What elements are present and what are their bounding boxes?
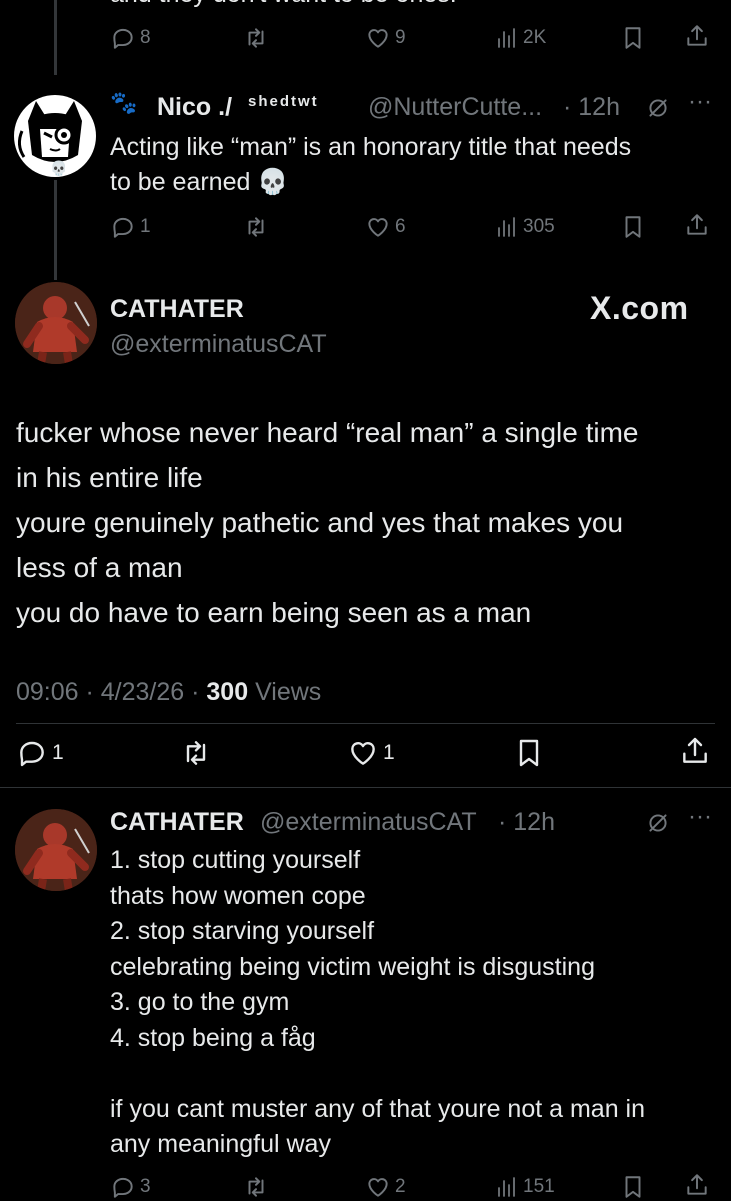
bookmark-icon	[513, 737, 545, 769]
views-icon	[495, 215, 519, 239]
timestamp: · 12h	[498, 808, 555, 836]
reply-count: 3	[140, 1176, 151, 1197]
retweet-button[interactable]	[243, 213, 269, 241]
tweet-text: fucker whose never heard “real man” a si…	[16, 417, 639, 628]
reply-button[interactable]: 3	[110, 1173, 151, 1201]
like-count: 6	[395, 216, 406, 237]
heart-icon	[365, 1174, 391, 1200]
handle[interactable]: @exterminatusCAT	[260, 808, 477, 837]
tweet-text: 1. stop cutting yourself thats how women…	[110, 846, 646, 1158]
divider	[0, 787, 731, 788]
more-button[interactable]: ···	[688, 803, 712, 831]
views-button[interactable]: 151	[495, 1173, 555, 1201]
share-button[interactable]	[684, 1171, 710, 1199]
display-name[interactable]: Nico ./	[157, 93, 232, 122]
reply-button[interactable]: 8	[110, 24, 151, 52]
bookmark-button[interactable]	[620, 24, 646, 52]
reply-count: 1	[52, 741, 64, 764]
reply-icon	[110, 25, 136, 51]
more-button[interactable]: ···	[688, 88, 712, 116]
handle[interactable]: @NutterCutte...	[368, 93, 542, 122]
timestamp: · 12h	[563, 93, 620, 121]
share-icon	[684, 212, 710, 238]
bookmark-icon	[620, 1174, 646, 1200]
retweet-icon	[180, 737, 212, 769]
like-count: 2	[395, 1176, 406, 1197]
reply-icon	[110, 1174, 136, 1200]
handle[interactable]: @exterminatusCAT	[110, 330, 327, 359]
views-count: 2K	[523, 27, 547, 48]
top-tweet-text: and they don't want to be ones.	[110, 0, 457, 9]
like-count: 1	[383, 741, 395, 764]
tweet-meta: 09:06 · 4/23/26 · 300 Views	[16, 678, 321, 707]
bookmark-button[interactable]	[620, 1173, 646, 1201]
retweet-icon	[243, 1174, 269, 1200]
retweet-button[interactable]	[180, 736, 212, 770]
heart-icon	[365, 25, 391, 51]
share-icon	[684, 1172, 710, 1198]
views-label: Views	[248, 678, 322, 706]
tweet-text: Acting like “man” is an honorary title t…	[110, 133, 632, 196]
display-name[interactable]: CATHATER	[110, 808, 244, 837]
share-button[interactable]	[679, 734, 711, 768]
share-icon	[679, 735, 711, 767]
heart-icon	[347, 737, 379, 769]
thread-line	[54, 0, 57, 75]
armored-warrior-avatar-image	[15, 282, 97, 364]
x-watermark: X.com	[590, 290, 689, 326]
like-button[interactable]: 1	[347, 736, 395, 770]
share-icon	[684, 23, 710, 49]
reply-count: 1	[140, 216, 151, 237]
avatar[interactable]	[15, 809, 97, 891]
reply-button[interactable]: 1	[110, 213, 151, 241]
views-count: 151	[523, 1176, 555, 1197]
views-icon	[495, 26, 519, 50]
heart-icon	[365, 214, 391, 240]
reply-icon	[16, 737, 48, 769]
avatar[interactable]	[15, 282, 97, 364]
thread-line	[54, 180, 57, 280]
retweet-icon	[243, 214, 269, 240]
tweet-timestamp: 09:06 · 4/23/26 ·	[16, 678, 207, 706]
retweet-icon	[243, 25, 269, 51]
like-button[interactable]: 2	[365, 1173, 406, 1201]
like-count: 9	[395, 27, 406, 48]
views-button[interactable]: 305	[495, 213, 555, 241]
name-superscript: shedtwt	[248, 93, 319, 110]
grok-button[interactable]	[645, 810, 671, 836]
retweet-button[interactable]	[243, 24, 269, 52]
reply-count: 8	[140, 27, 151, 48]
bookmark-icon	[620, 25, 646, 51]
grok-icon	[645, 95, 671, 121]
grok-icon	[645, 810, 671, 836]
views-count: 305	[523, 216, 555, 237]
share-button[interactable]	[684, 22, 710, 50]
like-button[interactable]: 9	[365, 24, 406, 52]
bookmark-button[interactable]	[620, 213, 646, 241]
armored-warrior-avatar-image	[15, 809, 97, 891]
bookmark-button[interactable]	[513, 736, 545, 770]
skull-badge-icon: 💀	[50, 160, 68, 176]
divider	[16, 723, 715, 724]
paw-icon: 🐾	[110, 90, 138, 115]
share-button[interactable]	[684, 211, 710, 239]
views-button[interactable]: 2K	[495, 24, 546, 52]
grok-button[interactable]	[645, 95, 671, 121]
reply-button[interactable]: 1	[16, 736, 64, 770]
reply-icon	[110, 214, 136, 240]
display-name[interactable]: CATHATER	[110, 295, 244, 324]
like-button[interactable]: 6	[365, 213, 406, 241]
bookmark-icon	[620, 214, 646, 240]
views-count: 300	[206, 678, 249, 706]
views-icon	[495, 1175, 519, 1199]
retweet-button[interactable]	[243, 1173, 269, 1201]
